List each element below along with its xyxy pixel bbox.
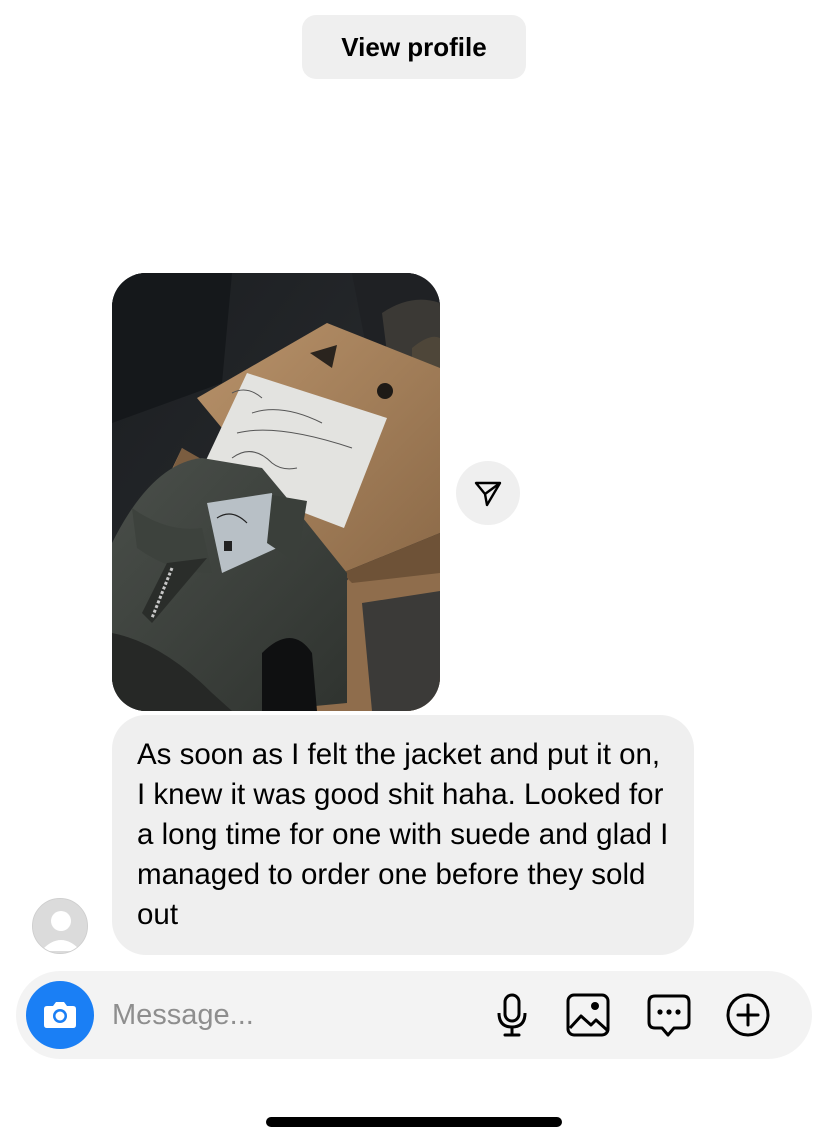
message-bubble[interactable]: As soon as I felt the jacket and put it …: [112, 715, 694, 955]
send-icon: [474, 481, 502, 507]
message-composer: [16, 971, 812, 1059]
default-avatar-icon: [33, 899, 87, 953]
avatar[interactable]: [32, 898, 88, 954]
sticker-chat-button[interactable]: [646, 992, 692, 1038]
home-indicator: [266, 1117, 562, 1127]
microphone-button[interactable]: [489, 992, 535, 1038]
shared-photo[interactable]: [112, 273, 440, 711]
view-profile-button[interactable]: View profile: [302, 15, 526, 79]
add-icon: [726, 993, 770, 1037]
camera-button[interactable]: [26, 981, 94, 1049]
camera-icon: [44, 1002, 76, 1028]
sticker-chat-icon: [647, 994, 691, 1037]
message-text: As soon as I felt the jacket and put it …: [137, 738, 669, 931]
microphone-icon: [497, 993, 527, 1037]
message-input[interactable]: [112, 991, 472, 1039]
jacket-box-photo: [112, 273, 440, 711]
gallery-button[interactable]: [565, 992, 611, 1038]
gallery-icon: [566, 993, 610, 1037]
add-button[interactable]: [725, 992, 771, 1038]
share-button[interactable]: [456, 461, 520, 525]
